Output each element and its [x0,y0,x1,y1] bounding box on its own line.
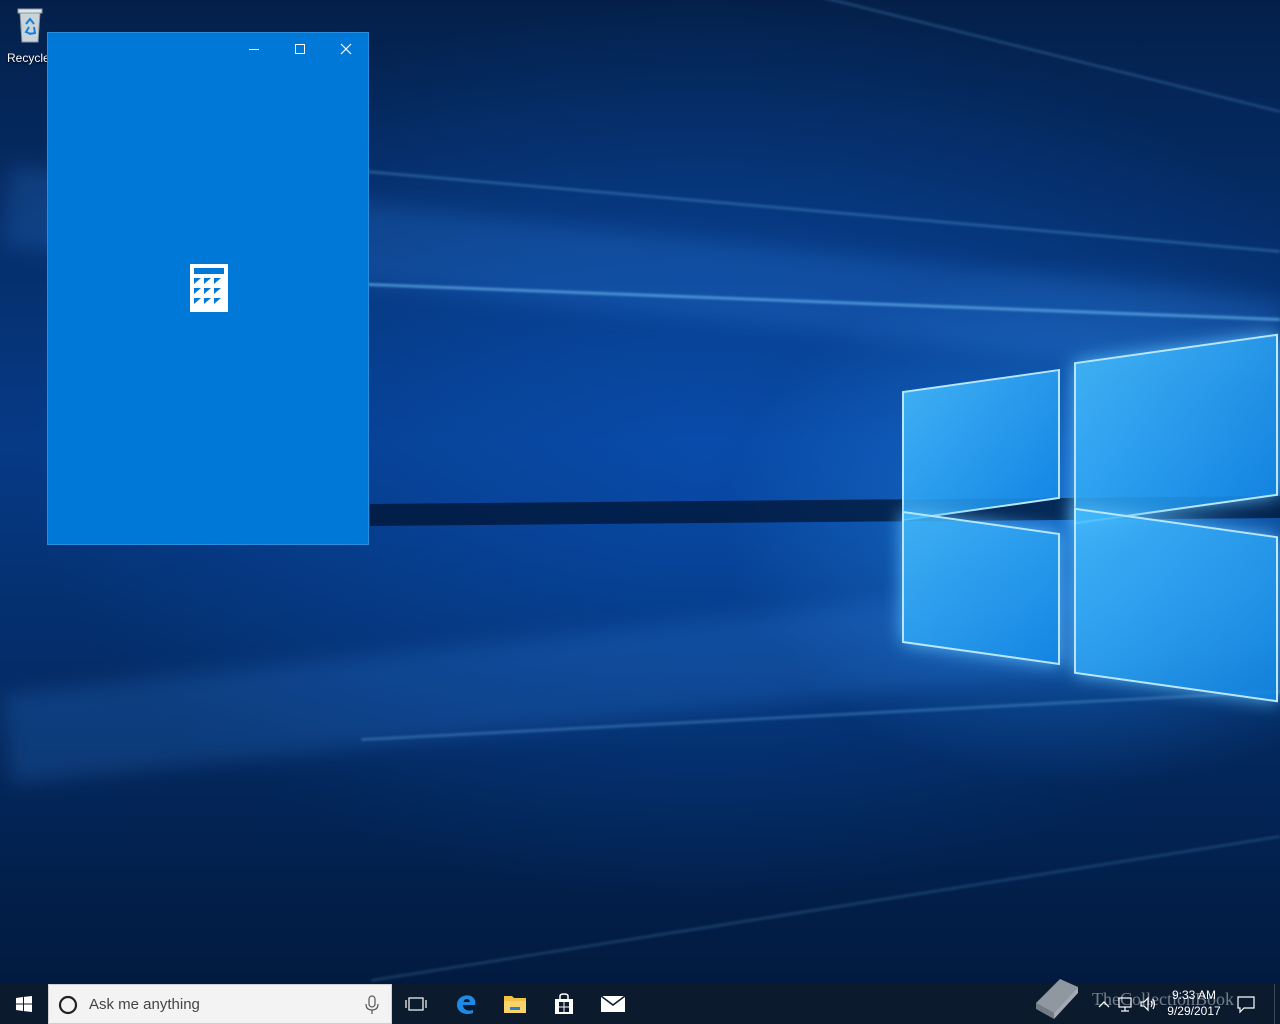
search-placeholder: Ask me anything [89,996,200,1013]
close-icon [340,43,352,55]
cortana-icon [58,995,78,1015]
network-icon[interactable] [1116,994,1136,1014]
recycle-bin-icon [17,8,43,43]
calculator-window[interactable] [47,32,369,545]
start-button[interactable] [0,984,48,1024]
show-desktop-button[interactable] [1274,984,1280,1024]
logo-pane-bottom-left [902,510,1060,666]
minimize-button[interactable] [231,33,277,65]
volume-icon[interactable] [1138,994,1158,1014]
action-center-icon[interactable] [1236,994,1256,1014]
logo-pane-top-right [1074,333,1278,525]
file-explorer-icon [504,996,526,1013]
maximize-icon [295,44,305,54]
task-view-button[interactable] [392,984,440,1024]
logo-pane-top-left [902,369,1060,521]
maximize-button[interactable] [277,33,323,65]
task-view-icon [405,997,427,1011]
taskbar-clock[interactable]: 9:33 AM 9/29/2017 [1158,987,1230,1019]
chevron-up-icon[interactable] [1094,994,1114,1014]
cortana-search-box[interactable]: Ask me anything [48,984,392,1024]
store-icon [555,993,573,1014]
book-logo-icon [1036,979,1078,1019]
logo-pane-bottom-right [1074,507,1278,703]
microphone-icon[interactable] [363,995,381,1015]
mail-icon [600,995,626,1012]
mail-button[interactable] [589,984,637,1024]
clock-date: 9/29/2017 [1167,1004,1221,1018]
edge-icon [457,995,476,1015]
store-button[interactable] [540,984,588,1024]
clock-time: 9:33 AM [1171,988,1217,1002]
edge-button[interactable] [442,984,490,1024]
minimize-icon [249,49,259,50]
close-button[interactable] [323,33,369,65]
windows-start-icon [16,996,32,1012]
file-explorer-button[interactable] [491,984,539,1024]
calculator-icon [190,264,228,312]
